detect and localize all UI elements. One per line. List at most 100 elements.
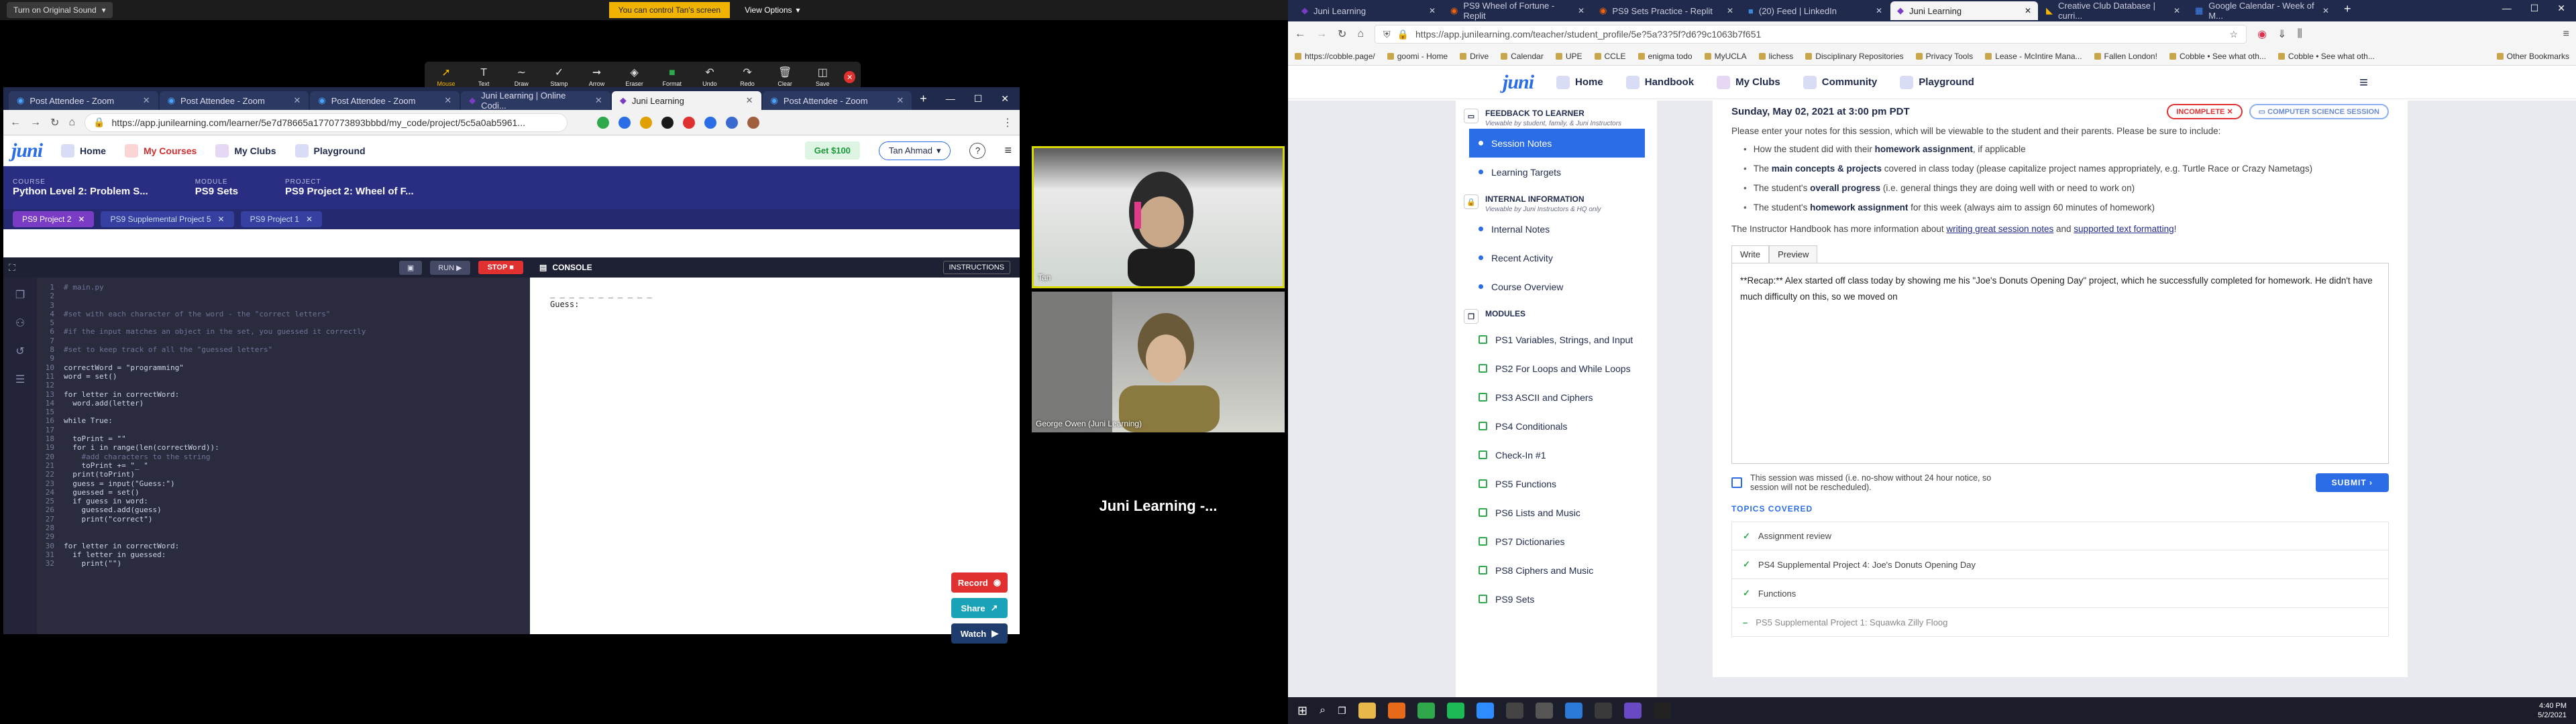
code-line[interactable]: 22 print(toPrint) bbox=[41, 470, 366, 479]
bookmark-item[interactable]: Lease - McIntire Mana... bbox=[1985, 52, 2082, 61]
code-line[interactable]: 8 #set to keep track of all the "guessed … bbox=[41, 345, 366, 354]
close-tab-icon[interactable]: ✕ bbox=[746, 95, 753, 106]
browser-tab[interactable]: ◉ PS9 Wheel of Fortune - Replit ✕ bbox=[1444, 1, 1591, 21]
mouse-tool[interactable]: ➚ Mouse bbox=[430, 67, 462, 87]
back-icon[interactable]: ← bbox=[10, 117, 21, 129]
nav-playground[interactable]: Playground bbox=[294, 143, 366, 158]
code-line[interactable]: 10 correctWord = "programming" bbox=[41, 363, 366, 372]
reload-icon[interactable]: ↻ bbox=[50, 116, 59, 129]
url-field[interactable]: ⛨ 🔒 https://app.junilearning.com/teacher/s… bbox=[1375, 25, 2247, 44]
missed-session-checkbox[interactable] bbox=[1731, 477, 1742, 488]
close-tab-icon[interactable]: ✕ bbox=[2322, 6, 2329, 15]
instructions-button[interactable]: INSTRUCTIONS bbox=[943, 261, 1010, 274]
code-line[interactable]: 4 #set with each character of the word - … bbox=[41, 310, 366, 318]
browser-tab[interactable]: ◉ Post Attendee - Zoom ✕ bbox=[762, 91, 912, 110]
bookmark-item[interactable]: Fallen London! bbox=[2094, 52, 2157, 61]
reload-icon[interactable]: ↻ bbox=[1338, 27, 1346, 41]
browser-tab[interactable]: ◆ Juni Learning | Online Codi... ✕ bbox=[461, 90, 610, 111]
bookmark-item[interactable]: Cobble • See what oth... bbox=[2169, 52, 2266, 61]
incomplete-badge[interactable]: INCOMPLETE ✕ bbox=[2167, 103, 2243, 119]
sidebar-item-learning-targets[interactable]: Learning Targets bbox=[1456, 158, 1657, 186]
code-line[interactable]: 21 toPrint += "_ " bbox=[41, 461, 366, 470]
stamp-tool[interactable]: ✓ Stamp bbox=[543, 67, 575, 87]
avatar[interactable] bbox=[747, 116, 760, 129]
close-icon[interactable]: ✕ bbox=[306, 215, 313, 224]
share-button[interactable]: Share ↗ bbox=[951, 598, 1008, 618]
sidebar-item-module[interactable]: PS4 Conditionals bbox=[1456, 412, 1657, 440]
code-line[interactable]: 32 print("") bbox=[41, 559, 366, 568]
spotify-icon[interactable] bbox=[1446, 703, 1464, 719]
nav-community[interactable]: Community bbox=[1803, 75, 1877, 89]
video-tile[interactable]: George Owen (Juni Learning) bbox=[1032, 292, 1285, 432]
extension-icon[interactable] bbox=[683, 116, 696, 129]
extension-icon[interactable] bbox=[704, 116, 717, 129]
topic-item[interactable]: ✓ Functions bbox=[1731, 579, 2389, 608]
expand-icon[interactable]: ⛶ bbox=[9, 262, 15, 274]
write-tab[interactable]: Write bbox=[1731, 245, 1770, 263]
downloads-icon[interactable]: ⇓ bbox=[2277, 27, 2286, 41]
files-icon[interactable]: ❐ bbox=[15, 288, 25, 302]
nav-my-clubs[interactable]: My Clubs bbox=[215, 143, 276, 158]
home-icon[interactable]: ⌂ bbox=[68, 117, 75, 129]
code-line[interactable]: 30 for letter in correctWord: bbox=[41, 542, 366, 550]
bookmark-item[interactable]: lichess bbox=[1758, 52, 1793, 61]
preview-tab[interactable]: Preview bbox=[1769, 245, 1818, 263]
browser-tab[interactable]: ◣ Creative Club Database | curri... ✕ bbox=[2039, 1, 2187, 21]
close-icon[interactable]: ✕ bbox=[78, 215, 85, 224]
close-annotation-icon[interactable]: ✕ bbox=[844, 71, 856, 83]
code-lines[interactable]: 1 # main.py 2 3 4 #set with each character of… bbox=[41, 283, 366, 568]
close-window-icon[interactable]: ✕ bbox=[2557, 3, 2565, 14]
sidebar-item-module[interactable]: PS5 Functions bbox=[1456, 469, 1657, 498]
code-line[interactable]: 16 while True: bbox=[41, 416, 366, 425]
home-icon[interactable]: ⌂ bbox=[1357, 28, 1364, 40]
code-line[interactable]: 28 bbox=[41, 524, 366, 532]
code-line[interactable]: 20 #add characters to the string bbox=[41, 452, 366, 461]
juni-logo[interactable]: juni bbox=[1503, 71, 1534, 94]
minimize-icon[interactable]: — bbox=[946, 93, 955, 105]
back-icon[interactable]: ← bbox=[1295, 28, 1305, 40]
sidebar-item-module[interactable]: PS6 Lists and Music bbox=[1456, 498, 1657, 527]
close-tab-icon[interactable]: ✕ bbox=[1876, 6, 1882, 15]
app-icon[interactable] bbox=[1623, 703, 1642, 719]
close-tab-icon[interactable]: ✕ bbox=[2025, 6, 2031, 15]
vscode-icon[interactable] bbox=[1564, 703, 1582, 719]
arrow-tool[interactable]: ➞ Arrow bbox=[581, 67, 613, 87]
browser-tab[interactable]: ◉ Post Attendee - Zoom ✕ bbox=[9, 91, 158, 110]
submit-button[interactable]: SUBMIT › bbox=[2315, 473, 2389, 492]
list-icon[interactable]: ☰ bbox=[15, 373, 25, 386]
topic-item[interactable]: – PS5 Supplemental Project 1: Squawka Zil… bbox=[1731, 608, 2389, 637]
url-field[interactable]: 🔒 https://app.junilearning.com/learner/5e… bbox=[85, 113, 568, 132]
formatting-link[interactable]: supported text formatting bbox=[2074, 224, 2174, 234]
code-line[interactable]: 2 bbox=[41, 292, 366, 300]
close-tab-icon[interactable]: ✕ bbox=[2174, 6, 2180, 15]
forward-icon[interactable]: → bbox=[1316, 28, 1327, 40]
new-tab-icon[interactable]: + bbox=[2337, 2, 2358, 20]
topic-item[interactable]: ✓ Assignment review bbox=[1731, 522, 2389, 550]
sidebar-item-module[interactable]: PS3 ASCII and Ciphers bbox=[1456, 383, 1657, 412]
bookmark-item[interactable]: goomi - Home bbox=[1387, 52, 1448, 61]
code-line[interactable]: 3 bbox=[41, 301, 366, 310]
session-notes-textarea[interactable]: **Recap:** Alex started off class today … bbox=[1731, 263, 2389, 464]
hamburger-icon[interactable]: ≡ bbox=[2359, 74, 2368, 91]
bookmark-item[interactable]: Privacy Tools bbox=[1915, 52, 1973, 61]
code-line[interactable]: 14 word.add(letter) bbox=[41, 399, 366, 408]
extension-icon[interactable] bbox=[726, 116, 739, 129]
extension-icon[interactable] bbox=[597, 116, 610, 129]
sidebar-item-module[interactable]: PS9 Sets bbox=[1456, 585, 1657, 613]
code-line[interactable]: 12 bbox=[41, 381, 366, 389]
extension-icon[interactable] bbox=[640, 116, 653, 129]
undo-tool[interactable]: ↶ Undo bbox=[694, 67, 726, 87]
nav-home[interactable]: Home bbox=[1556, 75, 1603, 89]
close-tab-icon[interactable]: ✕ bbox=[1727, 6, 1733, 15]
firefox-icon[interactable] bbox=[1387, 703, 1405, 719]
search-icon[interactable]: ⌕ bbox=[1320, 705, 1326, 717]
browser-tab[interactable]: ▦ Google Calendar - Week of M... ✕ bbox=[2188, 1, 2336, 21]
original-sound-button[interactable]: Turn on Original Sound ▾ bbox=[7, 2, 113, 18]
code-line[interactable]: 18 toPrint = "" bbox=[41, 434, 366, 443]
bookmark-item[interactable]: UPE bbox=[1555, 52, 1582, 61]
bookmark-item[interactable]: Drive bbox=[1460, 52, 1489, 61]
system-clock[interactable]: 4:40 PM 5/2/2021 bbox=[2538, 701, 2576, 720]
code-line[interactable]: 26 guessed.add(guess) bbox=[41, 505, 366, 514]
maximize-icon[interactable]: ☐ bbox=[2530, 3, 2539, 14]
clear-tool[interactable]: 🗑 Clear bbox=[769, 67, 801, 87]
